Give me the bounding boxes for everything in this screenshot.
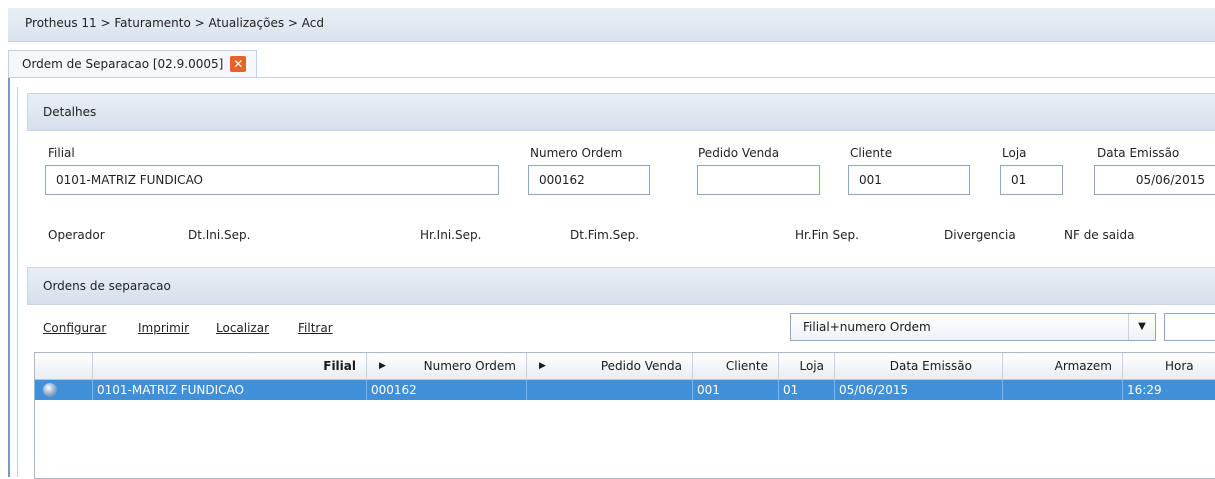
sort-order-select[interactable]: Filial+numero Ordem ▼ (790, 313, 1156, 341)
column-header-pedido-venda[interactable]: ▶ Pedido Venda (527, 353, 693, 379)
filial-label: Filial (48, 146, 75, 160)
divergencia-label: Divergencia (944, 228, 1016, 242)
column-header-armazem[interactable]: Armazem (1003, 353, 1123, 379)
loja-label: Loja (1002, 146, 1027, 160)
chevron-down-icon[interactable]: ▼ (1128, 314, 1155, 340)
left-rule-inner (17, 87, 18, 477)
data-emissao-label: Data Emissão (1097, 146, 1180, 160)
nf-saida-label: NF de saida (1064, 228, 1135, 242)
cliente-label: Cliente (850, 146, 893, 160)
filtrar-link[interactable]: Filtrar (298, 321, 333, 335)
dt-ini-sep-label: Dt.Ini.Sep. (188, 228, 251, 242)
localizar-link[interactable]: Localizar (216, 321, 269, 335)
cell-cliente: 001 (693, 380, 779, 400)
column-header-data-emissao[interactable]: Data Emissão (835, 353, 1003, 379)
play-icon: ▶ (539, 361, 546, 371)
hr-ini-sep-label: Hr.Ini.Sep. (420, 228, 482, 242)
data-emissao-field[interactable]: 05/06/2015 (1094, 165, 1215, 195)
table-row[interactable]: 0101-MATRIZ FUNDICAO 000162 001 01 05/06… (35, 380, 1215, 400)
cell-filial: 0101-MATRIZ FUNDICAO (93, 380, 367, 400)
cell-data-emissao: 05/06/2015 (835, 380, 1003, 400)
hr-fin-sep-label: Hr.Fin Sep. (795, 228, 859, 242)
tab-label: Ordem de Separacao [02.9.0005] (22, 57, 224, 71)
imprimir-link[interactable]: Imprimir (138, 321, 189, 335)
cell-armazem (1003, 380, 1123, 400)
filial-field[interactable]: 0101-MATRIZ FUNDICAO (45, 165, 499, 195)
grid-header: Filial ▶ Numero Ordem ▶ Pedido Venda Cli… (35, 353, 1215, 399)
numero-ordem-label: Numero Ordem (530, 146, 623, 160)
pedido-venda-label: Pedido Venda (698, 146, 780, 160)
status-ball-icon (43, 383, 57, 397)
orders-title: Ordens de separacao (43, 279, 171, 293)
status-cell (35, 380, 93, 400)
column-header-loja[interactable]: Loja (779, 353, 835, 379)
sort-order-value: Filial+numero Ordem (803, 320, 931, 334)
dt-fim-sep-label: Dt.Fim.Sep. (570, 228, 640, 242)
tab-ordem-separacao[interactable]: Ordem de Separacao [02.9.0005] ✕ (8, 50, 258, 77)
search-input[interactable] (1164, 313, 1215, 341)
tab-divider (8, 77, 1215, 78)
details-header: Detalhes (27, 93, 1215, 131)
pedido-venda-field[interactable] (697, 165, 820, 195)
column-header-numero-ordem[interactable]: ▶ Numero Ordem (367, 353, 527, 379)
cell-numero-ordem: 000162 (367, 380, 527, 400)
close-icon[interactable]: ✕ (230, 56, 247, 72)
column-header-status[interactable] (35, 353, 93, 379)
left-rule (8, 78, 10, 477)
operador-label: Operador (48, 228, 105, 242)
breadcrumb-bar: Protheus 11 > Faturamento > Atualizações… (8, 8, 1215, 42)
play-icon: ▶ (379, 361, 386, 371)
cliente-field[interactable]: 001 (848, 165, 970, 195)
orders-grid: Filial ▶ Numero Ordem ▶ Pedido Venda Cli… (34, 352, 1215, 479)
column-header-cliente[interactable]: Cliente (693, 353, 779, 379)
details-title: Detalhes (43, 105, 97, 119)
loja-field[interactable]: 01 (1000, 165, 1063, 195)
column-header-filial[interactable]: Filial (93, 353, 367, 379)
column-header-hora[interactable]: Hora Em (1123, 353, 1215, 399)
cell-pedido-venda (527, 380, 693, 400)
breadcrumb: Protheus 11 > Faturamento > Atualizações… (25, 16, 324, 30)
cell-loja: 01 (779, 380, 835, 400)
cell-hora: 16:29 (1127, 383, 1162, 397)
orders-header: Ordens de separacao (27, 267, 1215, 305)
numero-ordem-field[interactable]: 000162 (528, 165, 650, 195)
configurar-link[interactable]: Configurar (43, 321, 106, 335)
